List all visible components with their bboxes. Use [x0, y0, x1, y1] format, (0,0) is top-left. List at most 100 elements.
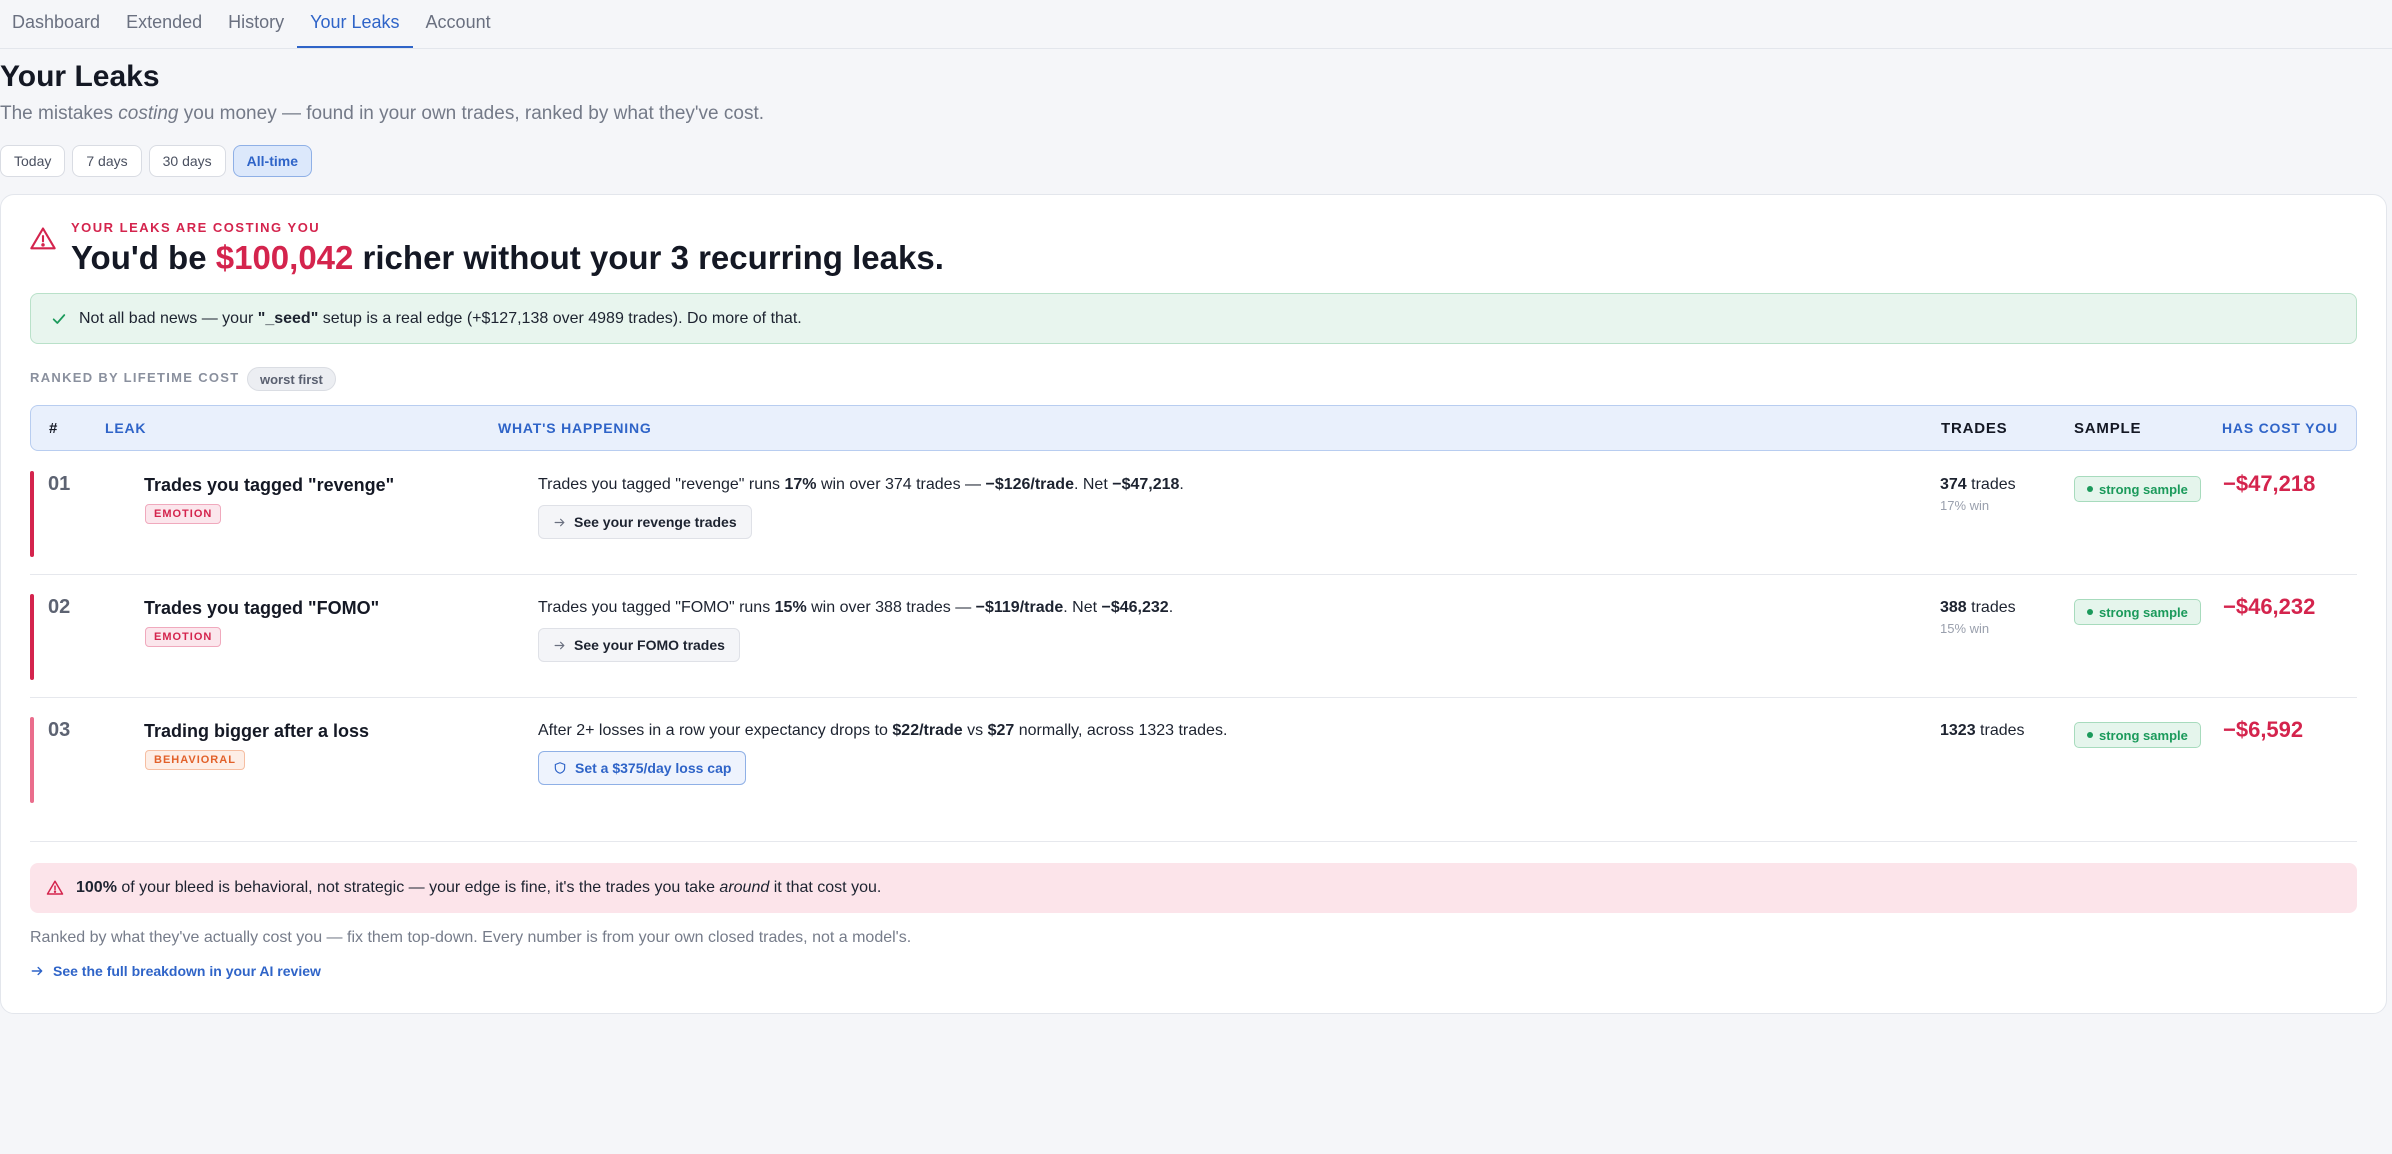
row-divider	[30, 574, 2357, 575]
desc-segment: −$126/trade	[985, 476, 1074, 493]
trades-word: trades	[1966, 476, 2016, 493]
bleed-pct: 100%	[76, 879, 117, 896]
bleed-text: 100% of your bleed is behavioral, not st…	[76, 879, 881, 897]
page-subtitle: The mistakes costing you money — found i…	[0, 103, 764, 125]
tab-your-leaks[interactable]: Your Leaks	[297, 0, 413, 48]
trades-count: 388 trades	[1940, 599, 2016, 617]
good-news-part: Not all bad news — your	[79, 309, 258, 327]
warning-triangle-icon	[46, 880, 64, 895]
desc-segment: $27	[987, 722, 1015, 739]
tab-history[interactable]: History	[215, 0, 297, 48]
arrow-right-icon	[554, 641, 565, 649]
leak-row-revenge[interactable]: 01 Trades you tagged "revenge" EMOTION T…	[30, 461, 2357, 583]
sample-label: strong sample	[2099, 481, 2188, 497]
leak-description: Trades you tagged "FOMO" runs 15% win ov…	[538, 599, 1173, 617]
sample-badge: strong sample	[2074, 599, 2201, 625]
leak-category-tag: EMOTION	[145, 504, 222, 524]
header-leak[interactable]: LEAK	[105, 406, 146, 450]
leak-action-button[interactable]: Set a $375/day loss cap	[538, 751, 747, 785]
leak-description: Trades you tagged "revenge" runs 17% win…	[538, 476, 1184, 494]
leaks-card: YOUR LEAKS ARE COSTING YOU You'd be $100…	[0, 194, 2387, 1014]
desc-segment: . Net	[1063, 599, 1102, 616]
tab-extended[interactable]: Extended	[113, 0, 215, 48]
arrow-right-icon	[554, 518, 565, 526]
leak-title: Trading bigger after a loss	[144, 721, 370, 741]
leak-description: After 2+ losses in a row your expectancy…	[538, 722, 1227, 740]
sample-label: strong sample	[2099, 727, 2188, 743]
header-sample[interactable]: SAMPLE	[2074, 406, 2141, 450]
desc-segment: . Net	[1073, 476, 1113, 493]
status-dot-icon	[2087, 609, 2093, 615]
trades-count: 1323 trades	[1940, 722, 2025, 740]
desc-segment: $22/trade	[892, 722, 963, 739]
bleed-banner: 100% of your bleed is behavioral, not st…	[30, 863, 2357, 913]
top-nav: Dashboard Extended History Your Leaks Ac…	[0, 0, 2392, 49]
leak-row-size-after-loss[interactable]: 03 Trading bigger after a loss BEHAVIORA…	[30, 707, 2357, 829]
leak-cost: −$47,218	[2223, 471, 2316, 496]
section-divider	[30, 841, 2357, 842]
good-news-text: Not all bad news — your "_seed" setup is…	[79, 310, 802, 328]
tab-account[interactable]: Account	[413, 0, 504, 48]
trades-number: 388	[1940, 599, 1967, 616]
severity-bar	[30, 717, 34, 803]
win-rate: 15% win	[1940, 621, 1990, 636]
warning-triangle-icon	[30, 227, 56, 250]
row-rank: 03	[48, 719, 71, 741]
desc-segment: win over 388 trades —	[806, 599, 976, 616]
leak-action-button[interactable]: See your FOMO trades	[538, 628, 740, 662]
leak-action-button[interactable]: See your revenge trades	[538, 505, 752, 539]
row-divider	[30, 697, 2357, 698]
ai-review-link[interactable]: See the full breakdown in your AI review	[30, 963, 321, 979]
range-7-days-button[interactable]: 7 days	[72, 145, 142, 177]
sample-label: strong sample	[2099, 604, 2188, 620]
good-news-banner: Not all bad news — your "_seed" setup is…	[30, 293, 2357, 344]
arrow-right-icon	[31, 966, 43, 976]
header-whats-happening[interactable]: WHAT'S HAPPENING	[498, 406, 652, 450]
range-30-days-button[interactable]: 30 days	[148, 145, 226, 177]
desc-segment: Trades you tagged "revenge" runs	[538, 476, 785, 493]
range-all-time-button[interactable]: All-time	[232, 145, 312, 177]
shield-icon	[554, 762, 566, 774]
sample-badge: strong sample	[2074, 722, 2201, 748]
good-news-part: setup is a real edge (+$127,138 over 498…	[318, 309, 802, 327]
leak-title: Trades you tagged "revenge"	[144, 475, 395, 495]
desc-segment: vs	[962, 722, 988, 739]
headline-text: You'd be	[71, 239, 216, 276]
ai-review-link-label: See the full breakdown in your AI review	[53, 963, 321, 979]
trades-number: 1323	[1940, 722, 1976, 739]
status-dot-icon	[2087, 486, 2093, 492]
leak-cost: −$6,592	[2223, 717, 2304, 742]
ranking-badge: worst first	[247, 367, 336, 391]
leak-action-label: See your FOMO trades	[574, 637, 725, 653]
leak-category-tag: EMOTION	[145, 627, 222, 647]
footer-note: Ranked by what they've actually cost you…	[30, 929, 912, 946]
desc-segment: 17%	[784, 476, 817, 493]
subtitle-text: you money — found in your own trades, ra…	[178, 103, 765, 124]
severity-bar	[30, 471, 34, 557]
trades-word: trades	[1975, 722, 2025, 739]
header-trades[interactable]: TRADES	[1941, 406, 2007, 450]
leak-category-tag: BEHAVIORAL	[145, 750, 245, 770]
header-has-cost-you[interactable]: HAS COST YOU	[2222, 406, 2338, 450]
bleed-emphasis: around	[719, 879, 770, 896]
range-today-button[interactable]: Today	[0, 145, 66, 177]
leak-title: Trades you tagged "FOMO"	[144, 598, 380, 618]
good-news-setup: "_seed"	[257, 309, 319, 327]
status-dot-icon	[2087, 732, 2093, 738]
page-title: Your Leaks	[0, 60, 160, 93]
time-range-selector: Today 7 days 30 days All-time	[0, 145, 312, 177]
tab-dashboard[interactable]: Dashboard	[0, 0, 113, 48]
leak-cost: −$46,232	[2223, 594, 2316, 619]
desc-segment: normally, across 1323 trades.	[1014, 722, 1228, 739]
leak-row-fomo[interactable]: 02 Trades you tagged "FOMO" EMOTION Trad…	[30, 584, 2357, 706]
subtitle-text: The mistakes	[0, 103, 119, 124]
desc-segment: win over 374 trades —	[816, 476, 986, 493]
trades-count: 374 trades	[1940, 476, 2016, 494]
desc-segment: Trades you tagged "FOMO" runs	[538, 599, 775, 616]
summary-headline: You'd be $100,042 richer without your 3 …	[71, 239, 944, 277]
checkmark-icon	[52, 313, 66, 324]
headline-text: richer without your 3 recurring leaks.	[353, 239, 944, 276]
subtitle-emphasis: costing	[118, 103, 179, 124]
sample-badge: strong sample	[2074, 476, 2201, 502]
desc-segment: −$46,232	[1101, 599, 1169, 616]
